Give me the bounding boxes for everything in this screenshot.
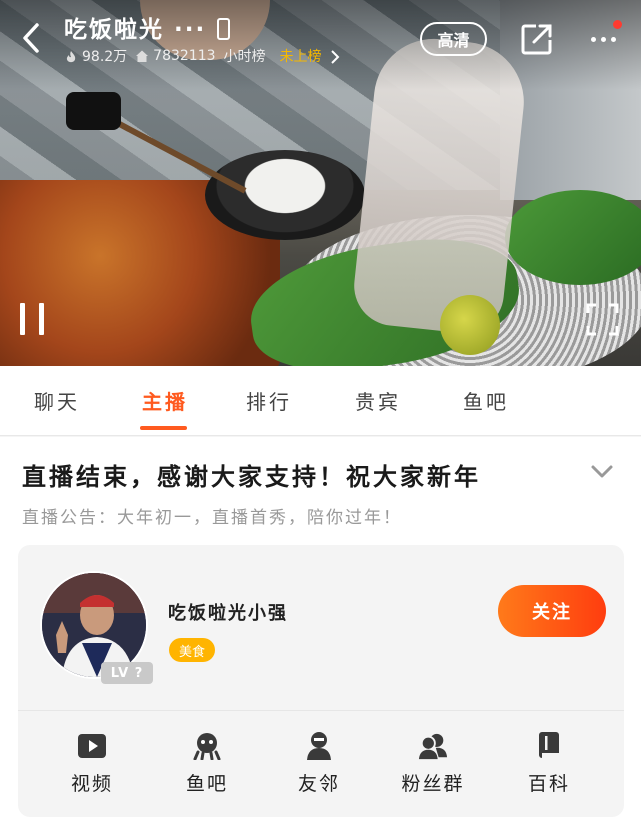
- quick-link-neighbors[interactable]: 友邻: [264, 731, 374, 796]
- hot-count: 98.2万: [64, 46, 127, 66]
- video-play-icon: [77, 731, 107, 761]
- divider: [18, 710, 624, 711]
- level-badge: LV ?: [101, 662, 153, 684]
- dot: [590, 36, 596, 42]
- announcement: 直播公告：大年初一，直播首秀，陪你过年！: [22, 508, 402, 528]
- quick-link-encyclopedia[interactable]: 百科: [494, 731, 604, 796]
- quick-links: 视频 鱼吧 友邻 粉丝群 百科: [18, 721, 624, 811]
- video-player[interactable]: 吃饭啦光 ··· 98.2万 7832113 小时榜 未上榜 高清: [0, 0, 641, 366]
- active-tab-indicator: [140, 426, 187, 430]
- chevron-down-icon: [591, 465, 613, 478]
- rank-status[interactable]: 未上榜: [280, 46, 340, 66]
- video-quality-button[interactable]: 高清: [420, 22, 487, 56]
- share-icon: [521, 24, 552, 55]
- tab-chat[interactable]: 聊天: [34, 386, 80, 415]
- follow-button[interactable]: 关注: [498, 585, 606, 637]
- live-status-headline: 直播结束，感谢大家支持！祝大家新年: [22, 463, 481, 491]
- fullscreen-button[interactable]: [586, 303, 619, 336]
- expand-button[interactable]: [590, 463, 614, 481]
- dot: [610, 36, 616, 42]
- dot: [600, 36, 606, 42]
- pause-button[interactable]: [20, 303, 44, 335]
- room-id: 7832113: [135, 48, 216, 64]
- fan-group-icon: [418, 731, 448, 761]
- flame-icon: [66, 51, 76, 63]
- notification-dot: [613, 20, 622, 29]
- pause-icon: [20, 303, 25, 335]
- fish-bar-icon: [192, 731, 222, 761]
- quick-link-videos[interactable]: 视频: [37, 731, 147, 796]
- chevron-right-icon: [331, 50, 340, 64]
- streamer-panel: 直播结束，感谢大家支持！祝大家新年 直播公告：大年初一，直播首秀，陪你过年！ L…: [0, 437, 641, 829]
- category-tag[interactable]: 美食: [169, 638, 216, 662]
- room-stats: 98.2万 7832113 小时榜 未上榜: [64, 46, 340, 66]
- neighbor-icon: [304, 731, 334, 761]
- phone-icon: [217, 18, 230, 40]
- quick-link-fan-group[interactable]: 粉丝群: [378, 731, 488, 796]
- streamer-card: LV ? 吃饭啦光小强 美食 关注 视频 鱼吧 友邻 粉丝群 百科: [18, 545, 624, 817]
- home-icon: [136, 50, 149, 62]
- room-title: 吃饭啦光 ···: [64, 17, 207, 43]
- encyclopedia-book-icon: [534, 731, 564, 761]
- tab-ranking[interactable]: 排行: [246, 386, 292, 415]
- chevron-left-icon: [23, 23, 39, 53]
- tab-bar: 聊天 主播 排行 贵宾 鱼吧: [0, 366, 641, 436]
- hour-rank-label[interactable]: 小时榜: [224, 46, 266, 66]
- fullscreen-icon: [586, 303, 619, 336]
- quick-link-fish-bar[interactable]: 鱼吧: [152, 731, 262, 796]
- tab-streamer[interactable]: 主播: [142, 386, 188, 415]
- tab-fish-bar[interactable]: 鱼吧: [463, 386, 509, 415]
- tab-vip[interactable]: 贵宾: [355, 386, 401, 415]
- back-button[interactable]: [16, 20, 46, 56]
- streamer-name: 吃饭啦光小强: [168, 603, 288, 624]
- share-button[interactable]: [520, 22, 554, 56]
